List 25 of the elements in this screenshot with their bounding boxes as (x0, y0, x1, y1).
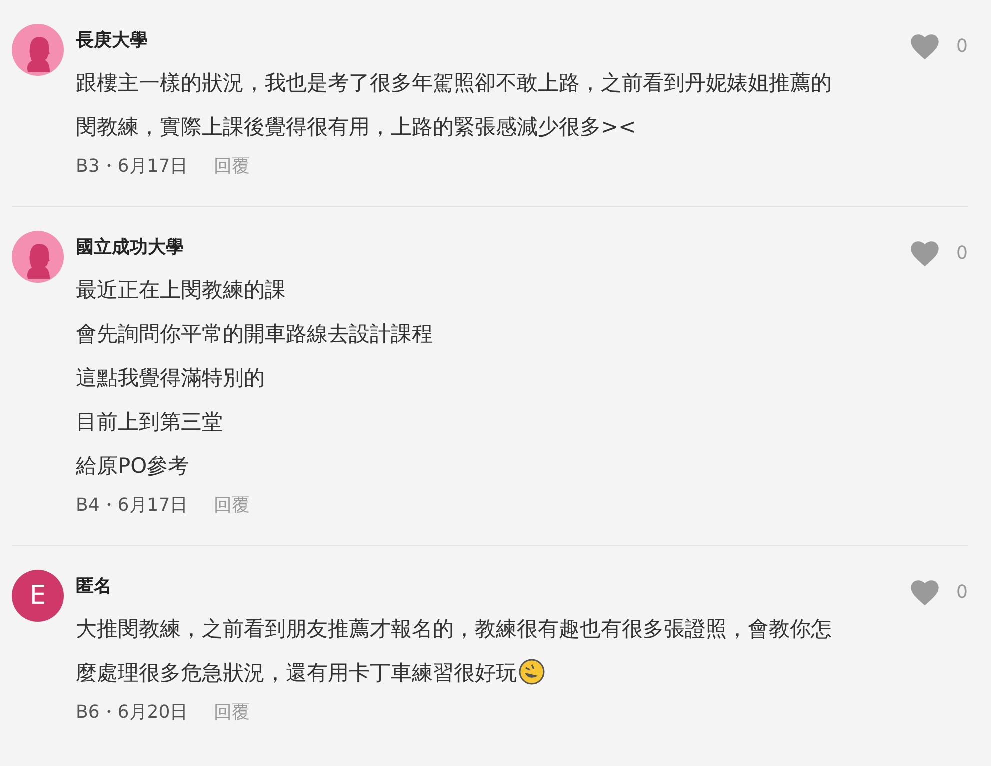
comment-text: 大推閔教練，之前看到朋友推薦才報名的，教練很有趣也有很多張證照，會教你怎麼處理很多危急狀況，還有用卡丁車練習很好玩 (76, 616, 833, 687)
floor-date: B3・6月17日 (76, 155, 188, 179)
author-name: 長庚大學 (76, 29, 148, 53)
reply-link[interactable]: 回覆 (214, 492, 250, 519)
like-count: 0 (956, 35, 968, 59)
avatar-silhouette-icon (12, 231, 64, 283)
comment-text: 跟樓主一樣的狀況，我也是考了很多年駕照卻不敢上路，之前看到丹妮婊姐推薦的閔教練，實際上課後覺得很有用，上路的緊張感減少很多>< (76, 70, 833, 141)
heart-icon[interactable] (908, 239, 941, 268)
heart-icon[interactable] (908, 578, 941, 607)
heart-icon[interactable] (908, 32, 941, 61)
like-count: 0 (956, 581, 968, 605)
author-name: 匿名 (76, 575, 112, 599)
like-count: 0 (956, 242, 968, 266)
avatar-silhouette-icon (12, 24, 64, 76)
comment-text: 最近正在上閔教練的課 (76, 277, 287, 304)
author-name: 國立成功大學 (76, 236, 184, 260)
comment-text: 會先詢問你平常的開車路線去設計課程 (76, 321, 434, 348)
comment-text: 這點我覺得滿特別的 (76, 365, 266, 392)
avatar: E (12, 570, 64, 622)
floor-date: B6・6月20日 (76, 701, 188, 725)
reply-link[interactable]: 回覆 (214, 153, 250, 180)
comment-text: 給原PO參考 (76, 453, 190, 480)
comment-text: 目前上到第三堂 (76, 409, 224, 436)
reply-link[interactable]: 回覆 (214, 699, 250, 726)
floor-date: B4・6月17日 (76, 494, 188, 518)
